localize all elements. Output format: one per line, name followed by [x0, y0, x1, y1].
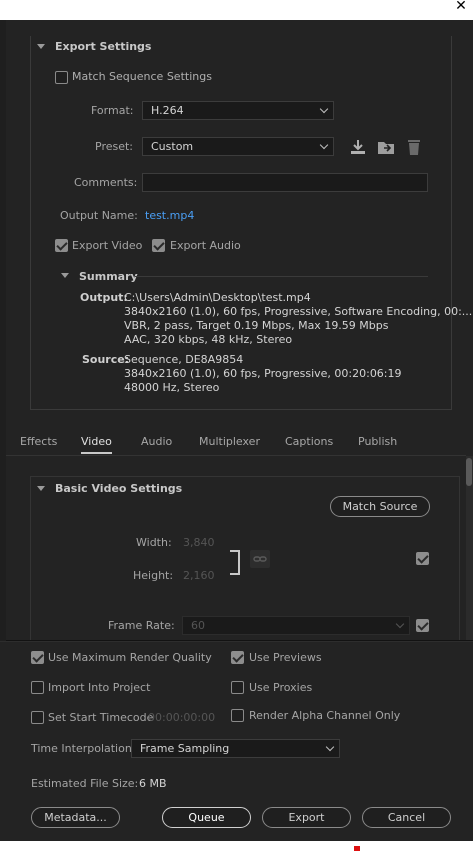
- frame-rate-label: Frame Rate:: [108, 619, 175, 632]
- output-name-label: Output Name:: [60, 209, 138, 222]
- summary-title: Summary: [79, 270, 138, 283]
- format-dropdown[interactable]: H.264: [142, 101, 334, 120]
- delete-preset-icon[interactable]: [404, 138, 424, 156]
- export-button[interactable]: Export: [262, 807, 351, 828]
- cancel-button[interactable]: Cancel: [362, 807, 451, 828]
- time-interpolation-value: Frame Sampling: [140, 742, 230, 755]
- width-height-auto-checkbox[interactable]: [416, 552, 429, 565]
- summary-output-text: C:\Users\Admin\Desktop\test.mp4 3840x216…: [124, 291, 473, 347]
- comments-input[interactable]: [142, 173, 428, 192]
- width-label: Width:: [136, 536, 172, 549]
- chevron-down-icon: [319, 104, 329, 114]
- height-value[interactable]: 2,160: [183, 569, 215, 582]
- metadata-button[interactable]: Metadata...: [31, 807, 120, 828]
- queue-button[interactable]: Queue: [162, 807, 251, 828]
- close-icon[interactable]: ✕: [454, 0, 468, 14]
- format-label: Format:: [91, 104, 134, 117]
- summary-source-text: Sequence, DE8A9854 3840x2160 (1.0), 60 f…: [124, 353, 424, 395]
- export-video-label: Export Video: [72, 239, 143, 252]
- link-icon[interactable]: [250, 550, 270, 568]
- summary-toggle-icon[interactable]: [61, 273, 69, 278]
- import-preset-icon[interactable]: [376, 138, 396, 156]
- use-previews-label: Use Previews: [249, 651, 322, 664]
- aspect-bracket: [230, 550, 240, 575]
- scrollbar-thumb[interactable]: [466, 458, 472, 486]
- use-previews-checkbox[interactable]: [231, 651, 244, 664]
- tab-publish[interactable]: Publish: [358, 435, 397, 448]
- max-render-quality-checkbox[interactable]: [31, 651, 44, 664]
- chevron-down-icon: [325, 742, 335, 752]
- chevron-down-icon: [395, 619, 405, 629]
- import-into-project-label: Import Into Project: [48, 681, 151, 694]
- chevron-down-icon: [319, 140, 329, 150]
- set-start-timecode-label: Set Start Timecode: [48, 711, 154, 724]
- preset-dropdown[interactable]: Custom: [142, 137, 334, 156]
- comments-label: Comments:: [74, 176, 138, 189]
- collapse-toggle-icon[interactable]: [37, 44, 45, 49]
- window-edge: [0, 841, 473, 851]
- tab-video[interactable]: Video: [81, 435, 112, 454]
- render-alpha-label: Render Alpha Channel Only: [249, 709, 401, 722]
- match-sequence-label: Match Sequence Settings: [72, 70, 212, 83]
- format-value: H.264: [151, 104, 184, 117]
- summary-source-line: Sequence, DE8A9854: [124, 353, 244, 366]
- export-audio-label: Export Audio: [170, 239, 241, 252]
- tab-multiplexer[interactable]: Multiplexer: [199, 435, 260, 448]
- estimated-size-value: 6 MB: [139, 777, 167, 790]
- time-interpolation-label: Time Interpolation:: [31, 742, 136, 755]
- height-label: Height:: [133, 569, 174, 582]
- timeline-marker: [354, 846, 360, 851]
- summary-source-line: 48000 Hz, Stereo: [124, 381, 220, 394]
- time-interpolation-dropdown[interactable]: Frame Sampling: [131, 739, 340, 758]
- save-preset-icon[interactable]: [348, 138, 368, 156]
- summary-source-line: 3840x2160 (1.0), 60 fps, Progressive, 00…: [124, 367, 402, 380]
- start-timecode-value[interactable]: 00:00:00:00: [148, 711, 215, 724]
- use-proxies-label: Use Proxies: [249, 681, 313, 694]
- max-render-quality-label: Use Maximum Render Quality: [48, 651, 212, 664]
- export-settings-title: Export Settings: [55, 40, 152, 53]
- estimated-size-label: Estimated File Size:: [31, 777, 139, 790]
- import-into-project-checkbox[interactable]: [31, 681, 44, 694]
- summary-output-line: C:\Users\Admin\Desktop\test.mp4: [124, 291, 311, 304]
- summary-divider: [135, 276, 428, 277]
- export-audio-checkbox[interactable]: [152, 239, 165, 252]
- set-start-timecode-checkbox[interactable]: [31, 711, 44, 724]
- use-proxies-checkbox[interactable]: [231, 681, 244, 694]
- basic-video-title: Basic Video Settings: [55, 482, 183, 495]
- title-bar: ✕: [0, 0, 473, 20]
- output-name-link[interactable]: test.mp4: [145, 209, 194, 222]
- summary-output-line: VBR, 2 pass, Target 0.19 Mbps, Max 19.59…: [124, 319, 389, 332]
- preset-value: Custom: [151, 140, 194, 153]
- summary-output-line: 3840x2160 (1.0), 60 fps, Progressive, So…: [124, 305, 473, 318]
- tab-audio[interactable]: Audio: [141, 435, 172, 448]
- match-sequence-checkbox[interactable]: [55, 71, 68, 84]
- export-video-checkbox[interactable]: [55, 239, 68, 252]
- video-collapse-icon[interactable]: [37, 486, 45, 491]
- frame-rate-auto-checkbox[interactable]: [416, 619, 429, 632]
- preset-label: Preset:: [95, 140, 134, 153]
- tab-captions[interactable]: Captions: [285, 435, 333, 448]
- summary-output-line: AAC, 320 kbps, 48 kHz, Stereo: [124, 333, 293, 346]
- summary-source-label: Source:: [82, 353, 130, 366]
- frame-rate-dropdown[interactable]: 60: [182, 616, 410, 635]
- frame-rate-value: 60: [191, 619, 205, 632]
- match-source-button[interactable]: Match Source: [330, 496, 430, 517]
- width-value[interactable]: 3,840: [183, 536, 215, 549]
- render-alpha-checkbox[interactable]: [231, 709, 244, 722]
- tab-effects[interactable]: Effects: [20, 435, 57, 448]
- summary-output-label: Output:: [80, 291, 128, 304]
